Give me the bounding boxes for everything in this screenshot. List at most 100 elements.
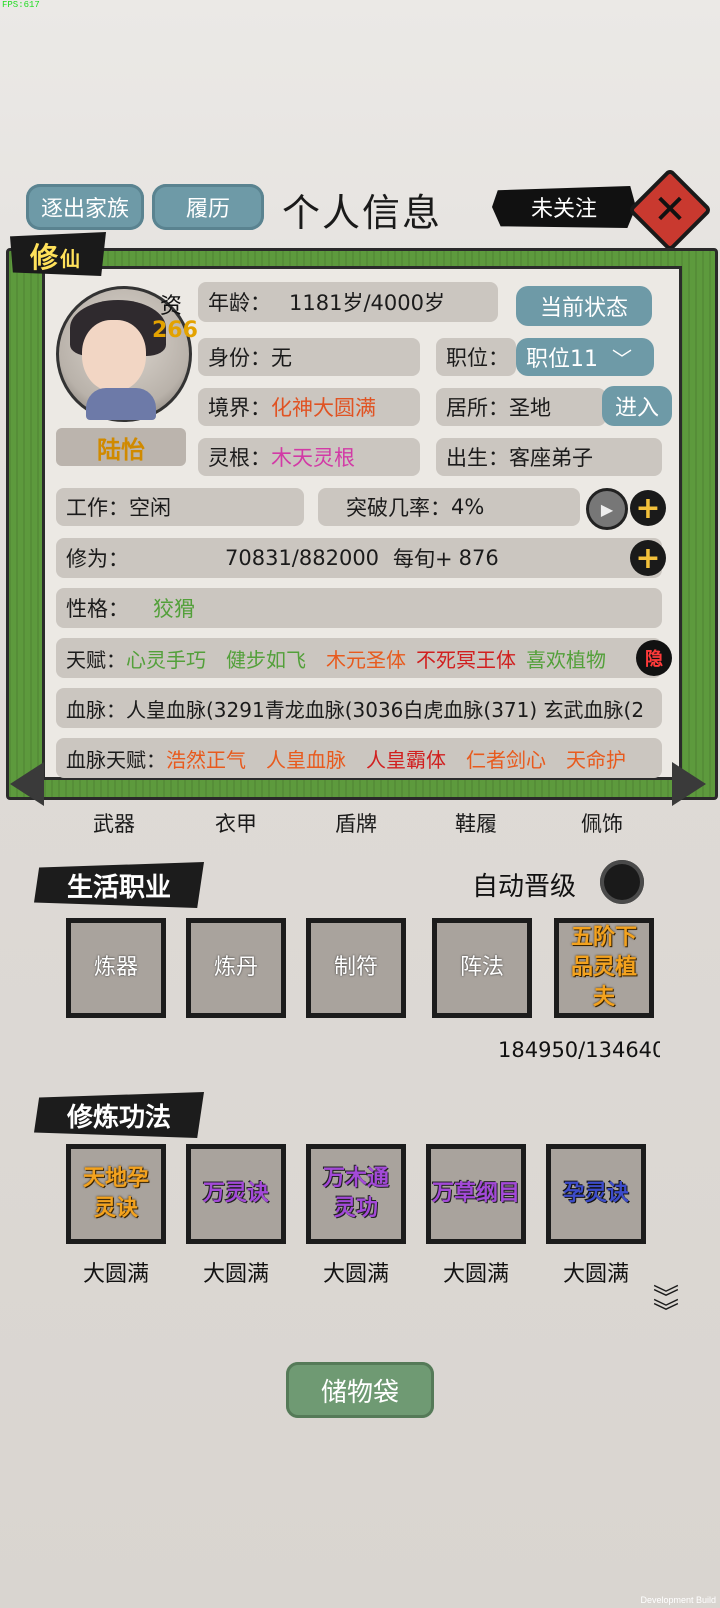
spirit-root-field: 灵根： 木天灵根 xyxy=(198,438,420,476)
tab-weapon[interactable]: 武器 xyxy=(64,808,164,838)
technique-name: 万草纲目 xyxy=(431,1181,520,1206)
job-slot-label: 阵法 xyxy=(459,955,504,980)
breakthrough-field: 突破几率： 4% xyxy=(318,488,580,526)
talents-field: 天赋： 心灵手巧 健步如飞 木元圣体 不死冥王体 喜欢植物 xyxy=(56,638,662,678)
talent-item: 不死冥王体 xyxy=(416,647,516,672)
work-value: 空闲 xyxy=(129,496,171,520)
technique-level: 大圆满 xyxy=(562,1262,629,1287)
bloodline-field: 血脉： 人皇血脉(3291青龙血脉(3036白虎血脉(371) 玄武血脉(2 xyxy=(56,688,662,728)
job-progress: 184950/134640 xyxy=(498,1038,660,1062)
cultivation-rate-value: 876 xyxy=(458,546,499,570)
tab-accessory[interactable]: 佩饰 xyxy=(552,808,652,838)
talent-item: 健步如飞 xyxy=(226,647,306,672)
hide-talents-icon[interactable]: 隐 xyxy=(636,640,672,676)
position-dropdown[interactable]: 职位11 ﹀ xyxy=(516,338,654,376)
dev-build-label: Development Build xyxy=(640,1595,716,1605)
realm-value: 化神大圆满 xyxy=(271,396,376,420)
scroll-right-arrow-icon[interactable] xyxy=(672,762,706,806)
job-slot-talisman[interactable]: 制符 xyxy=(306,918,406,1018)
job-slot-label: 炼丹 xyxy=(213,955,258,980)
plus-icon[interactable]: + xyxy=(630,490,666,526)
technique-slot[interactable]: 万灵诀 xyxy=(186,1144,286,1244)
cultivation-value: 70831/882000 xyxy=(225,546,380,570)
job-slot-label: 五阶下品灵植夫 xyxy=(570,925,637,1010)
aptitude-value: 266 xyxy=(152,318,198,343)
job-slot-alchemy[interactable]: 炼丹 xyxy=(186,918,286,1018)
spirit-root-label: 灵根： xyxy=(208,446,271,470)
bloodline-talent-item: 仁者剑心 xyxy=(466,747,546,772)
cultivation-label: 修为： xyxy=(66,547,129,571)
avatar-face xyxy=(82,320,146,392)
tab-shield[interactable]: 盾牌 xyxy=(306,808,406,838)
cultivation-field: 修为： 70831/882000 每旬+ 876 xyxy=(56,538,662,578)
bloodline-talent-item: 人皇血脉 xyxy=(266,747,346,772)
identity-field: 身份： 无 xyxy=(198,338,420,376)
talent-item: 木元圣体 xyxy=(326,647,406,672)
expel-from-clan-button[interactable]: 逐出家族 xyxy=(26,184,144,230)
current-state-button[interactable]: 当前状态 xyxy=(516,286,652,326)
job-slot-planter[interactable]: 五阶下品灵植夫 xyxy=(554,918,654,1018)
origin-label: 出生： xyxy=(446,446,509,470)
realm-label: 境界： xyxy=(208,396,271,420)
cultivator-tag-main: 修 xyxy=(30,241,59,274)
spirit-root-value: 木天灵根 xyxy=(271,446,355,470)
bloodline-talent-item: 人皇霸体 xyxy=(366,747,446,772)
chevron-down-icon: ﹀ xyxy=(612,346,632,371)
bloodline-label: 血脉： xyxy=(66,697,126,722)
age-label: 年龄： xyxy=(208,291,271,315)
bloodline-talents-label: 血脉天赋： xyxy=(66,747,166,772)
technique-slot[interactable]: 孕灵诀 xyxy=(546,1144,646,1244)
technique-slot[interactable]: 万木通灵功 xyxy=(306,1144,406,1244)
identity-value: 无 xyxy=(271,346,292,370)
aptitude-label: 资 xyxy=(160,294,183,319)
enter-residence-button[interactable]: 进入 xyxy=(602,386,672,426)
technique-slot[interactable]: 万草纲目 xyxy=(426,1144,526,1244)
plus-icon[interactable]: + xyxy=(630,540,666,576)
personality-field: 性格： 狡猾 xyxy=(56,588,662,628)
resume-button[interactable]: 履历 xyxy=(152,184,264,230)
talents-label: 天赋： xyxy=(66,647,126,672)
residence-field: 居所： 圣地 xyxy=(436,388,606,426)
technique-slot[interactable]: 天地孕灵诀 xyxy=(66,1144,166,1244)
talent-item: 心灵手巧 xyxy=(126,647,206,672)
breakthrough-value: 4% xyxy=(451,495,485,519)
technique-level: 大圆满 xyxy=(82,1262,149,1287)
storage-bag-button[interactable]: 储物袋 xyxy=(286,1362,434,1418)
play-video-icon[interactable]: ▶ xyxy=(586,488,628,530)
character-name[interactable]: 陆怡 xyxy=(56,428,186,466)
residence-value: 圣地 xyxy=(509,396,551,420)
work-field: 工作： 空闲 xyxy=(56,488,304,526)
expand-chevrons-icon[interactable]: ︾ ︾ xyxy=(648,1286,684,1326)
technique-name: 天地孕灵诀 xyxy=(82,1166,149,1221)
fps-counter: FPS:617 xyxy=(2,0,40,10)
job-slot-formation[interactable]: 阵法 xyxy=(432,918,532,1018)
auto-promote-label: 自动晋级 xyxy=(472,872,577,902)
techniques-title: 修炼功法 xyxy=(34,1092,204,1138)
bloodline-talent-item: 天命护 xyxy=(566,747,626,772)
realm-field: 境界： 化神大圆满 xyxy=(198,388,420,426)
technique-level: 大圆满 xyxy=(322,1262,389,1287)
personality-value: 狡猾 xyxy=(153,597,195,621)
scroll-left-arrow-icon[interactable] xyxy=(10,762,44,806)
cultivator-tag: 修仙 xyxy=(10,232,106,276)
auto-promote-toggle[interactable] xyxy=(600,860,644,904)
tab-shoes[interactable]: 鞋履 xyxy=(426,808,526,838)
position-value: 职位11 xyxy=(526,347,598,372)
cultivation-rate-label: 每旬+ xyxy=(393,547,453,571)
page-title: 个人信息 xyxy=(282,191,443,235)
position-field: 职位： xyxy=(436,338,516,376)
follow-button[interactable]: 未关注 xyxy=(492,186,636,228)
work-label: 工作： xyxy=(66,496,129,520)
residence-label: 居所： xyxy=(446,396,509,420)
job-slot-refining[interactable]: 炼器 xyxy=(66,918,166,1018)
personality-label: 性格： xyxy=(66,597,129,621)
tab-armor[interactable]: 衣甲 xyxy=(186,808,286,838)
job-slot-label: 制符 xyxy=(333,955,378,980)
close-x-icon[interactable]: ✕ xyxy=(640,180,700,240)
technique-level: 大圆满 xyxy=(442,1262,509,1287)
talent-item: 喜欢植物 xyxy=(526,647,606,672)
avatar-robe xyxy=(86,388,156,420)
life-jobs-title: 生活职业 xyxy=(34,862,204,908)
technique-level: 大圆满 xyxy=(202,1262,269,1287)
origin-field: 出生： 客座弟子 xyxy=(436,438,662,476)
